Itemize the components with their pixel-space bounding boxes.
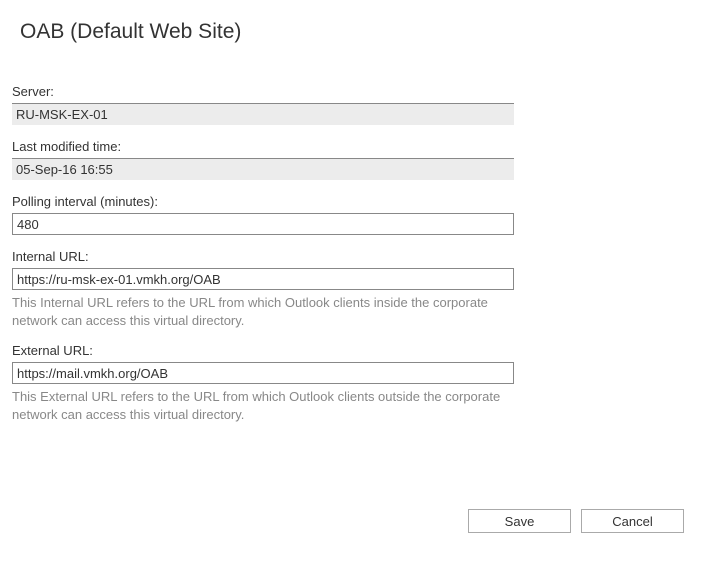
- polling-interval-label: Polling interval (minutes):: [12, 194, 702, 209]
- internal-url-section: Internal URL: This Internal URL refers t…: [12, 249, 702, 329]
- server-value: RU-MSK-EX-01: [12, 103, 514, 125]
- button-row: Save Cancel: [468, 509, 684, 533]
- last-modified-section: Last modified time: 05-Sep-16 16:55: [12, 139, 702, 180]
- cancel-button[interactable]: Cancel: [581, 509, 684, 533]
- polling-interval-input[interactable]: [12, 213, 514, 235]
- page-title: OAB (Default Web Site): [20, 20, 702, 44]
- internal-url-help: This Internal URL refers to the URL from…: [12, 294, 514, 329]
- server-label: Server:: [12, 84, 702, 99]
- external-url-section: External URL: This External URL refers t…: [12, 343, 702, 423]
- internal-url-input[interactable]: [12, 268, 514, 290]
- external-url-label: External URL:: [12, 343, 702, 358]
- save-button[interactable]: Save: [468, 509, 571, 533]
- external-url-help: This External URL refers to the URL from…: [12, 388, 514, 423]
- server-section: Server: RU-MSK-EX-01: [12, 84, 702, 125]
- internal-url-label: Internal URL:: [12, 249, 702, 264]
- last-modified-label: Last modified time:: [12, 139, 702, 154]
- last-modified-value: 05-Sep-16 16:55: [12, 158, 514, 180]
- polling-interval-section: Polling interval (minutes):: [12, 194, 702, 235]
- external-url-input[interactable]: [12, 362, 514, 384]
